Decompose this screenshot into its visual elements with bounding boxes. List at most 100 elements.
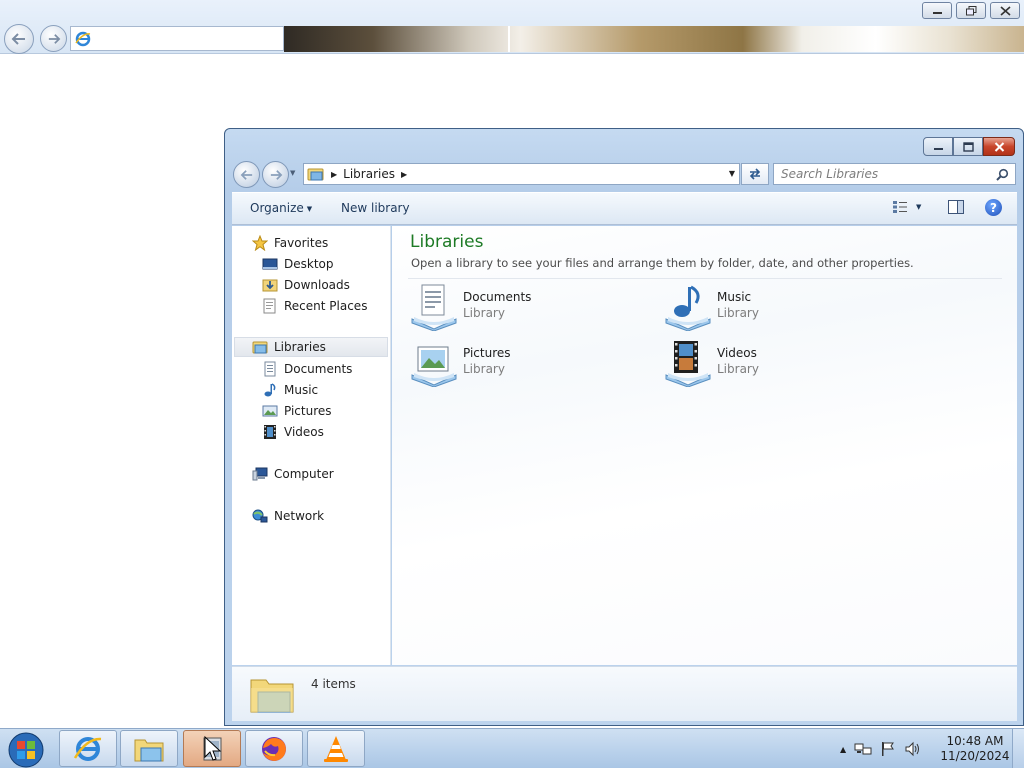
- taskbar-windows-explorer[interactable]: [120, 730, 178, 767]
- breadcrumb-separator-icon[interactable]: ▶: [331, 170, 337, 179]
- taskbar-active-application[interactable]: [183, 730, 241, 767]
- close-button[interactable]: [983, 137, 1015, 156]
- ie-minimize-button[interactable]: [922, 2, 952, 19]
- nav-item-pictures[interactable]: Pictures: [232, 401, 390, 421]
- nav-label: Music: [284, 383, 319, 397]
- library-item-documents[interactable]: Documents Library: [410, 283, 630, 333]
- ie-window-controls: [922, 2, 1020, 19]
- downloads-folder-icon: [262, 277, 278, 293]
- minimize-icon: [932, 11, 942, 14]
- clock-date: 11/20/2024: [940, 749, 1010, 763]
- pictures-library-icon: [411, 346, 457, 387]
- page-title: Libraries: [410, 232, 484, 252]
- minimize-icon: [933, 147, 943, 150]
- ie-address-bar[interactable]: [70, 26, 284, 51]
- close-icon: [994, 141, 1004, 152]
- start-button[interactable]: [6, 731, 46, 768]
- nav-label: Desktop: [284, 257, 334, 271]
- system-tray: ▲: [840, 729, 922, 768]
- organize-button[interactable]: Organize ▼: [250, 201, 312, 215]
- film-strip-icon: [262, 424, 278, 440]
- preview-pane-button[interactable]: [948, 200, 964, 217]
- taskbar-firefox[interactable]: [245, 730, 303, 767]
- taskbar: ▲ 10:48 AM 11/20/2024: [0, 728, 1024, 768]
- divider: [408, 278, 1002, 279]
- nav-item-libraries[interactable]: Libraries: [234, 337, 388, 357]
- action-center-flag-icon[interactable]: [880, 741, 896, 757]
- nav-item-network[interactable]: Network: [232, 506, 390, 526]
- explorer-window: ▼ ▶ Libraries ▶ ▼ Organize▼ New library: [224, 128, 1024, 726]
- command-bar: Organize ▼ New library ▼ ?: [232, 192, 1017, 225]
- vlc-icon: [324, 735, 348, 762]
- volume-icon[interactable]: [904, 741, 922, 757]
- breadcrumb-libraries[interactable]: Libraries: [343, 167, 395, 181]
- search-box[interactable]: [773, 163, 1016, 185]
- videos-library-icon: [665, 341, 711, 387]
- clock[interactable]: 10:48 AM 11/20/2024: [940, 734, 1010, 764]
- nav-item-computer[interactable]: Computer: [232, 464, 390, 484]
- ie-logo-icon: [75, 31, 91, 46]
- nav-item-videos[interactable]: Videos: [232, 422, 390, 442]
- library-type: Library: [463, 362, 505, 376]
- chevron-down-icon: ▼: [916, 203, 922, 211]
- address-bar[interactable]: ▶ Libraries ▶ ▼: [303, 163, 740, 185]
- recent-pages-dropdown[interactable]: ▼: [290, 169, 300, 179]
- close-icon: [999, 5, 1011, 16]
- page-description: Open a library to see your files and arr…: [411, 256, 914, 270]
- windows-logo-icon: [8, 732, 44, 767]
- nav-label: Documents: [284, 362, 353, 376]
- nav-label: Favorites: [274, 236, 329, 250]
- windows-explorer-icon: [134, 739, 164, 761]
- restore-icon: [965, 5, 976, 15]
- nav-item-music[interactable]: Music: [232, 380, 390, 400]
- address-dropdown-icon[interactable]: ▼: [729, 169, 735, 178]
- breadcrumb-arrow-icon[interactable]: ▶: [401, 170, 407, 179]
- maximize-icon: [962, 141, 974, 152]
- new-library-button[interactable]: New library: [341, 201, 410, 215]
- search-input[interactable]: [781, 167, 981, 181]
- arrow-left-icon: [11, 33, 25, 45]
- network-status-icon[interactable]: [854, 741, 872, 757]
- pictures-icon: [262, 403, 278, 419]
- arrow-right-icon: [270, 169, 282, 180]
- maximize-button[interactable]: [953, 137, 983, 156]
- clock-time: 10:48 AM: [946, 734, 1004, 748]
- refresh-button[interactable]: [741, 163, 769, 185]
- nav-item-desktop[interactable]: Desktop: [232, 254, 390, 274]
- documents-library-icon: [411, 284, 457, 331]
- arrow-left-icon: [240, 169, 252, 180]
- taskbar-vlc[interactable]: [307, 730, 365, 767]
- ie-restore-button[interactable]: [956, 2, 986, 19]
- ie-page-banner: [284, 26, 1024, 52]
- library-name: Documents: [463, 290, 532, 304]
- show-desktop-button[interactable]: [1012, 729, 1024, 768]
- navigation-pane: Favorites Desktop Downloads Recent Place…: [232, 226, 391, 665]
- documents-icon: [262, 361, 278, 377]
- taskbar-internet-explorer[interactable]: [59, 730, 117, 767]
- libraries-folder-icon: [250, 679, 294, 713]
- show-hidden-icons-button[interactable]: ▲: [840, 745, 846, 754]
- library-item-pictures[interactable]: Pictures Library: [410, 339, 630, 389]
- nav-item-favorites[interactable]: Favorites: [232, 233, 390, 253]
- minimize-button[interactable]: [923, 137, 953, 156]
- nav-label: Libraries: [274, 340, 326, 354]
- nav-item-recent-places[interactable]: Recent Places: [232, 296, 390, 316]
- change-view-button[interactable]: ▼: [892, 200, 921, 214]
- search-icon[interactable]: [996, 168, 1009, 181]
- help-button[interactable]: ?: [985, 199, 1002, 216]
- nav-item-documents[interactable]: Documents: [232, 359, 390, 379]
- chevron-down-icon: ▼: [306, 205, 313, 213]
- library-type: Library: [463, 306, 505, 320]
- forward-button[interactable]: [262, 161, 289, 188]
- ie-forward-button[interactable]: [40, 25, 67, 52]
- back-button[interactable]: [233, 161, 260, 188]
- preview-pane-icon: [948, 200, 964, 214]
- library-type: Library: [717, 306, 759, 320]
- ie-close-button[interactable]: [990, 2, 1020, 19]
- library-item-videos[interactable]: Videos Library: [664, 339, 884, 389]
- library-item-music[interactable]: Music Library: [664, 283, 884, 333]
- nav-item-downloads[interactable]: Downloads: [232, 275, 390, 295]
- ie-back-button[interactable]: [4, 24, 34, 54]
- explorer-window-controls: [923, 137, 1015, 156]
- help-icon: ?: [990, 200, 997, 215]
